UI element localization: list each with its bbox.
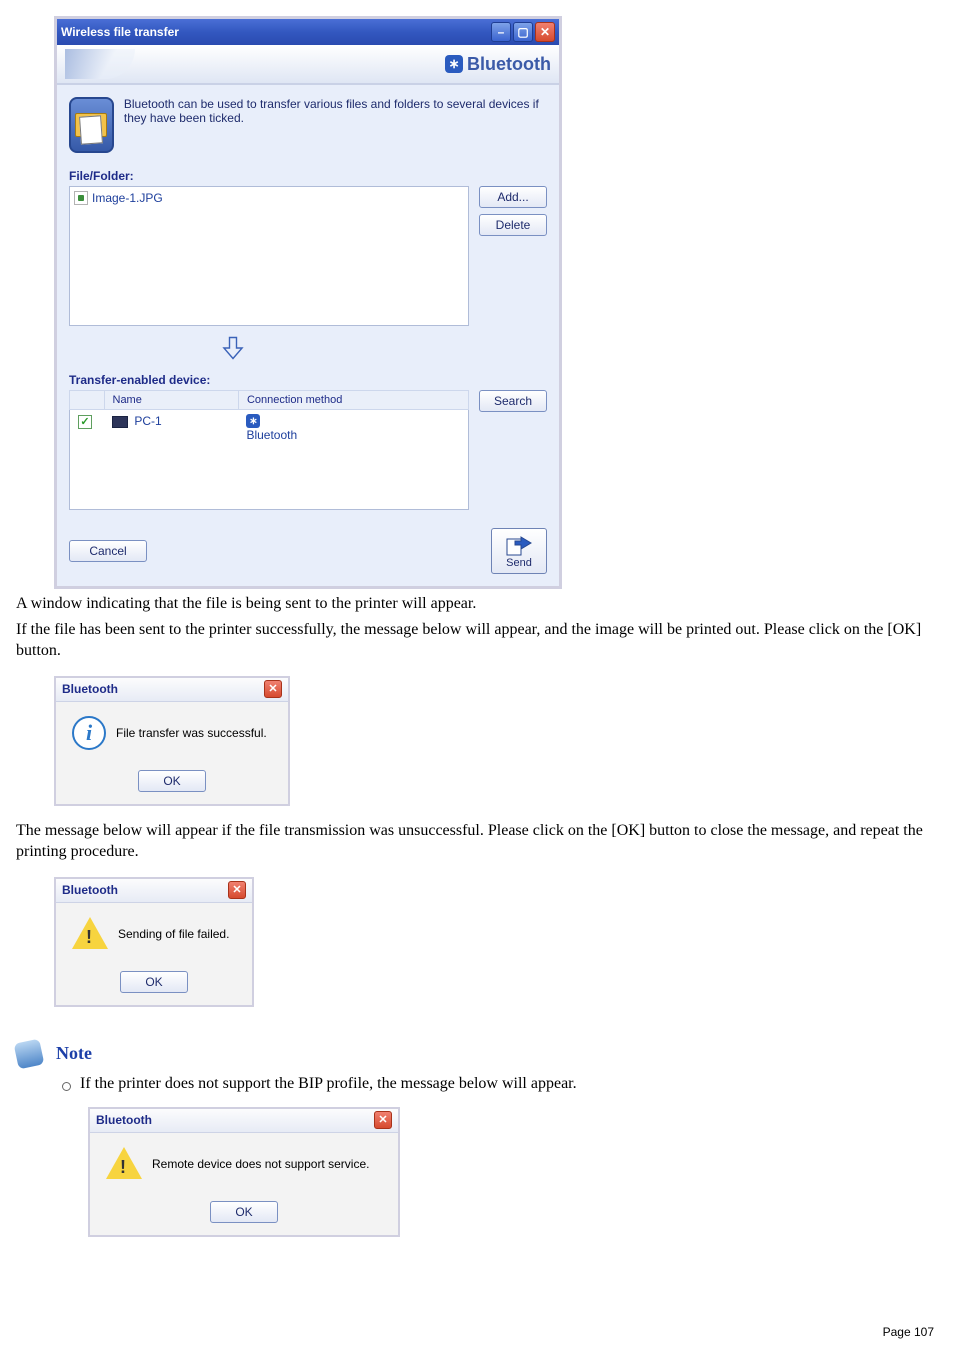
warning-icon	[72, 917, 108, 951]
paragraph-3: The message below will appear if the fil…	[16, 820, 938, 863]
window-body: Bluetooth can be used to transfer variou…	[57, 85, 559, 586]
dialog-title: Bluetooth	[62, 682, 264, 696]
bluetooth-icon: ∗	[246, 414, 260, 428]
note-label: Note	[56, 1043, 92, 1064]
success-dialog: Bluetooth ✕ i File transfer was successf…	[54, 676, 290, 806]
cancel-button[interactable]: Cancel	[69, 540, 147, 562]
dialog-footer: OK	[90, 1195, 398, 1235]
dialog-title: Bluetooth	[62, 883, 228, 897]
note-item: If the printer does not support the BIP …	[62, 1075, 938, 1237]
delete-button[interactable]: Delete	[479, 214, 547, 236]
image-file-icon	[74, 191, 88, 205]
brand-logo: ∗ Bluetooth	[445, 54, 551, 75]
note-list: If the printer does not support the BIP …	[16, 1075, 938, 1237]
footer-row: Cancel Send	[69, 528, 547, 574]
file-buttons: Add... Delete	[479, 186, 547, 326]
col-conn[interactable]: Connection method	[238, 391, 468, 410]
info-text: Bluetooth can be used to transfer variou…	[124, 97, 547, 125]
search-button[interactable]: Search	[479, 390, 547, 412]
dialog-message: File transfer was successful.	[116, 726, 267, 740]
warning-icon	[106, 1147, 142, 1181]
close-button[interactable]: ✕	[374, 1111, 392, 1129]
device-name: PC-1	[134, 414, 161, 428]
maximize-button[interactable]: ▢	[513, 22, 533, 42]
device-label: Transfer-enabled device:	[69, 373, 547, 387]
file-list[interactable]: Image-1.JPG	[69, 186, 469, 326]
close-button[interactable]: ✕	[228, 881, 246, 899]
info-icon: i	[72, 716, 106, 750]
add-button[interactable]: Add...	[479, 186, 547, 208]
info-row: Bluetooth can be used to transfer variou…	[69, 97, 547, 153]
ok-button[interactable]: OK	[210, 1201, 278, 1223]
col-name[interactable]: Name	[104, 391, 238, 410]
device-buttons: Search	[479, 390, 547, 510]
file-folder-label: File/Folder:	[69, 169, 547, 183]
send-button[interactable]: Send	[491, 528, 547, 574]
note-icon	[14, 1039, 45, 1070]
device-checkbox[interactable]: ✓	[78, 415, 92, 429]
nosupport-dialog: Bluetooth ✕ Remote device does not suppo…	[88, 1107, 400, 1237]
pc-icon	[112, 416, 128, 428]
file-section: Image-1.JPG Add... Delete	[69, 186, 547, 326]
ok-button[interactable]: OK	[138, 770, 206, 792]
note-text: If the printer does not support the BIP …	[80, 1075, 577, 1092]
brand-swoosh	[65, 49, 135, 79]
file-item[interactable]: Image-1.JPG	[74, 191, 464, 205]
dialog-title: Bluetooth	[96, 1113, 374, 1127]
dialog-body: Sending of file failed.	[56, 903, 252, 965]
device-table: Name Connection method ✓ PC-1 ∗ Bluetoot…	[69, 390, 469, 510]
dialog-message: Remote device does not support service.	[152, 1157, 369, 1171]
fail-dialog: Bluetooth ✕ Sending of file failed. OK	[54, 877, 254, 1007]
close-button[interactable]: ✕	[535, 22, 555, 42]
folder-icon	[75, 113, 107, 137]
device-method: Bluetooth	[246, 428, 297, 442]
window-title: Wireless file transfer	[61, 25, 491, 39]
device-row[interactable]: ✓ PC-1 ∗ Bluetooth	[70, 410, 469, 510]
bluetooth-icon: ∗	[445, 55, 463, 73]
brand-text: Bluetooth	[467, 54, 551, 75]
window-buttons: – ▢ ✕	[491, 22, 555, 42]
minimize-button[interactable]: –	[491, 22, 511, 42]
device-section: Name Connection method ✓ PC-1 ∗ Bluetoot…	[69, 390, 547, 510]
ok-button[interactable]: OK	[120, 971, 188, 993]
note-heading: Note	[16, 1041, 938, 1067]
dialog-footer: OK	[56, 965, 252, 1005]
send-icon	[505, 533, 533, 557]
titlebar: Wireless file transfer – ▢ ✕	[57, 19, 559, 45]
dialog-titlebar: Bluetooth ✕	[56, 879, 252, 903]
dialog-body: Remote device does not support service.	[90, 1133, 398, 1195]
dialog-titlebar: Bluetooth ✕	[56, 678, 288, 702]
arrow-down-icon	[219, 334, 247, 362]
wireless-transfer-window: Wireless file transfer – ▢ ✕ ∗ Bluetooth…	[54, 16, 562, 589]
close-button[interactable]: ✕	[264, 680, 282, 698]
send-label: Send	[506, 557, 532, 569]
dialog-body: i File transfer was successful.	[56, 702, 288, 764]
col-check	[70, 391, 105, 410]
transfer-icon	[69, 97, 114, 153]
brand-bar: ∗ Bluetooth	[57, 45, 559, 85]
file-name: Image-1.JPG	[92, 191, 163, 205]
dialog-footer: OK	[56, 764, 288, 804]
paragraph-2: If the file has been sent to the printer…	[16, 619, 938, 662]
page-number: Page 107	[883, 1325, 934, 1339]
dialog-message: Sending of file failed.	[118, 927, 229, 941]
paragraph-1: A window indicating that the file is bei…	[16, 593, 938, 615]
dialog-titlebar: Bluetooth ✕	[90, 1109, 398, 1133]
